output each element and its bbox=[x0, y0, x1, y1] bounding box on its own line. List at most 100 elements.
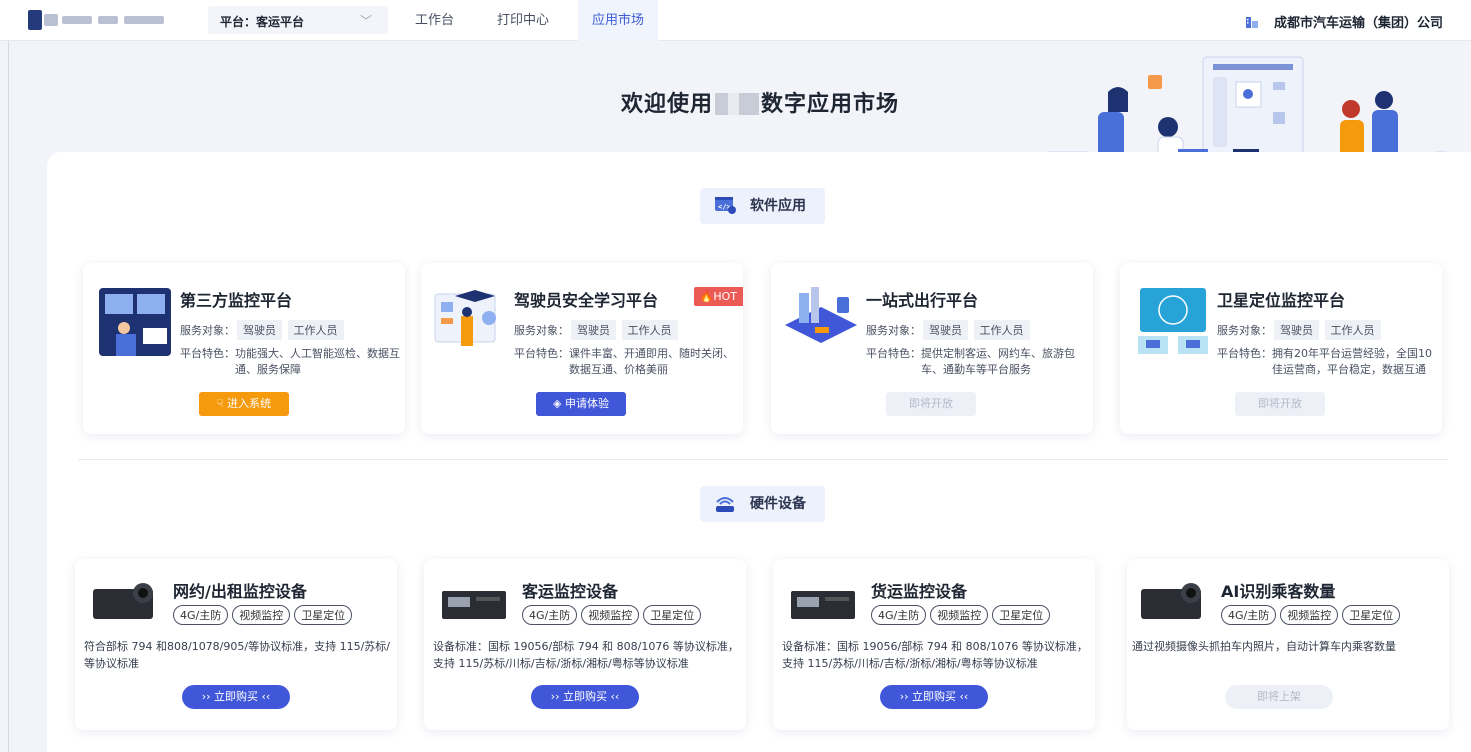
button-label: 申请体验 bbox=[564, 397, 609, 410]
pill: 4G/主防 bbox=[1221, 605, 1277, 625]
pill: 卫星定位 bbox=[992, 605, 1051, 625]
section-hardware-label: 硬件设备 bbox=[750, 496, 806, 512]
buy-now-button[interactable]: ›› 立即购买 ‹‹ bbox=[880, 685, 988, 709]
card-title: AI识别乘客数量 bbox=[1221, 582, 1336, 601]
double-chevron-right-icon: ›› bbox=[201, 690, 214, 703]
truck-dvr-device-image bbox=[791, 591, 855, 619]
router-icon bbox=[716, 497, 734, 512]
hot-label: HOT bbox=[713, 290, 737, 303]
desc-line: 支持 115/苏标/川标/吉标/浙标/湘标/粤标等协议标准 bbox=[433, 657, 689, 670]
building-icon bbox=[1246, 17, 1259, 28]
software-card: 一站式出行平台 服务对象： 驾驶员 工作人员 平台特色：提供定制客运、网约车、旅游… bbox=[771, 263, 1093, 434]
feature-prefix: 平台特色： bbox=[180, 347, 235, 360]
pill: 视频监控 bbox=[930, 605, 989, 625]
button-label: 立即购买 bbox=[912, 690, 956, 703]
double-chevron-left-icon: ‹‹ bbox=[607, 690, 620, 703]
ai-camera-device-image bbox=[1141, 583, 1201, 619]
tag: 驾驶员 bbox=[1274, 320, 1319, 340]
card-title: 网约/出租监控设备 bbox=[173, 582, 307, 601]
card-description: 通过视频摄像头抓拍车内照片，自动计算车内乘客数量 bbox=[1132, 638, 1396, 655]
pill: 卫星定位 bbox=[1342, 605, 1401, 625]
card-title: 第三方监控平台 bbox=[180, 291, 293, 310]
monitor-operator-illustration bbox=[99, 288, 171, 356]
feature-line: 佳运营商，平台稳定，数据互通 bbox=[1272, 363, 1426, 376]
apply-trial-button[interactable]: ◈ 申请体验 bbox=[536, 392, 626, 416]
tag: 工作人员 bbox=[1324, 320, 1381, 340]
desc-line: 等协议标准 bbox=[84, 657, 139, 670]
tag: 驾驶员 bbox=[571, 320, 616, 340]
hardware-card: 客运监控设备 4G/主防 视频监控 卫星定位 设备标准：国标 19056/部标 79… bbox=[424, 559, 746, 730]
button-label: 立即购买 bbox=[214, 690, 258, 703]
hardware-card: 网约/出租监控设备 4G/主防 视频监控 卫星定位 符合部标 794 和808/10… bbox=[75, 559, 397, 730]
feature-prefix: 平台特色： bbox=[866, 347, 921, 360]
hand-point-icon: ☟ bbox=[216, 397, 228, 410]
tag-icon: ◈ bbox=[553, 397, 565, 410]
button-label: 立即购买 bbox=[563, 690, 607, 703]
satellite-monitor-illustration bbox=[1138, 288, 1208, 354]
title-suffix: 数字应用市场 bbox=[761, 92, 900, 117]
feature-pills: 4G/主防 视频监控 卫星定位 bbox=[871, 605, 1054, 625]
hardware-card: AI识别乘客数量 4G/主防 视频监控 卫星定位 通过视频摄像头抓拍车内照片，自动计… bbox=[1127, 559, 1449, 730]
service-target: 服务对象： 驾驶员 工作人员 bbox=[866, 320, 1030, 340]
top-bar: 平台：客运平台 ﹀ 工作台 打印中心 应用市场 成都市汽车运输（集团）公司 bbox=[0, 0, 1471, 41]
feature-line: 功能强大、人工智能巡检、数据互 bbox=[235, 347, 400, 360]
pill: 4G/主防 bbox=[871, 605, 927, 625]
double-chevron-right-icon: ›› bbox=[899, 690, 912, 703]
button-label: 进入系统 bbox=[227, 397, 272, 410]
double-chevron-left-icon: ‹‹ bbox=[258, 690, 271, 703]
desc-line: 通过视频摄像头抓拍车内照片，自动计算车内乘客数量 bbox=[1132, 640, 1396, 653]
hardware-card: 货运监控设备 4G/主防 视频监控 卫星定位 设备标准：国标 19056/部标 79… bbox=[773, 559, 1095, 730]
title-prefix: 欢迎使用 bbox=[620, 92, 713, 117]
section-hardware: 硬件设备 bbox=[700, 486, 825, 522]
feature-pills: 4G/主防 视频监控 卫星定位 bbox=[522, 605, 705, 625]
tag: 工作人员 bbox=[621, 320, 678, 340]
card-description: 设备标准：国标 19056/部标 794 和 808/1076 等协议标准， 支持… bbox=[433, 638, 739, 672]
feature-line: 拥有20年平台运营经验，全国10 bbox=[1272, 347, 1432, 360]
pill: 视频监控 bbox=[1280, 605, 1339, 625]
pill: 视频监控 bbox=[581, 605, 640, 625]
coming-soon-button: 即将开放 bbox=[886, 392, 976, 416]
service-prefix: 服务对象： bbox=[866, 324, 921, 337]
card-title: 一站式出行平台 bbox=[866, 291, 979, 310]
nav-print-center[interactable]: 打印中心 bbox=[483, 0, 563, 41]
enter-system-button[interactable]: ☟ 进入系统 bbox=[199, 392, 289, 416]
bus-dvr-device-image bbox=[442, 591, 506, 619]
city-travel-illustration bbox=[785, 287, 857, 343]
double-chevron-left-icon: ‹‹ bbox=[956, 690, 969, 703]
section-divider bbox=[78, 459, 1448, 460]
tag: 工作人员 bbox=[973, 320, 1030, 340]
nav-app-market[interactable]: 应用市场 bbox=[578, 0, 659, 41]
feature-line: 通、服务保障 bbox=[235, 363, 301, 376]
tag: 工作人员 bbox=[287, 320, 344, 340]
buy-now-button[interactable]: ›› 立即购买 ‹‹ bbox=[182, 685, 290, 709]
platform-label: 平台：客运平台 bbox=[220, 15, 305, 29]
service-target: 服务对象： 驾驶员 工作人员 bbox=[514, 320, 678, 340]
org-name: 成都市汽车运输（集团）公司 bbox=[1273, 16, 1443, 31]
platform-select[interactable]: 平台：客运平台 ﹀ bbox=[208, 6, 388, 34]
desc-line: 符合部标 794 和808/1078/905/等协议标准，支持 115/苏标/ bbox=[84, 640, 390, 653]
pill: 卫星定位 bbox=[643, 605, 702, 625]
feature-text: 平台特色：课件丰富、开通即用、随时关闭、 数据互通、价格美丽 bbox=[514, 346, 734, 378]
dashcam-device-image bbox=[93, 583, 153, 619]
feature-text: 平台特色：拥有20年平台运营经验，全国10 佳运营商，平台稳定，数据互通 bbox=[1217, 346, 1432, 378]
double-chevron-right-icon: ›› bbox=[550, 690, 563, 703]
tag: 驾驶员 bbox=[237, 320, 282, 340]
card-title: 驾驶员安全学习平台 bbox=[514, 291, 659, 310]
service-target: 服务对象： 驾驶员 工作人员 bbox=[1217, 320, 1381, 340]
feature-line: 课件丰富、开通即用、随时关闭、 bbox=[569, 347, 734, 360]
feature-pills: 4G/主防 视频监控 卫星定位 bbox=[1221, 605, 1404, 625]
logo[interactable] bbox=[28, 10, 168, 30]
pill: 4G/主防 bbox=[173, 605, 229, 625]
org-selector[interactable]: 成都市汽车运输（集团）公司 bbox=[1245, 12, 1443, 31]
nav-workbench[interactable]: 工作台 bbox=[401, 0, 468, 41]
buy-now-button[interactable]: ›› 立即购买 ‹‹ bbox=[531, 685, 639, 709]
desc-line: 设备标准：国标 19056/部标 794 和 808/1076 等协议标准， bbox=[782, 640, 1088, 653]
card-title: 货运监控设备 bbox=[871, 582, 968, 601]
chevron-down-icon: ﹀ bbox=[359, 14, 372, 28]
feature-line: 提供定制客运、网约车、旅游包 bbox=[921, 347, 1075, 360]
tag: 驾驶员 bbox=[923, 320, 968, 340]
desc-line: 设备标准：国标 19056/部标 794 和 808/1076 等协议标准， bbox=[433, 640, 739, 653]
page-title: 欢迎使用 数字应用市场 bbox=[560, 86, 960, 118]
code-window-icon: </> bbox=[715, 197, 736, 214]
feature-line: 车、通勤车等平台服务 bbox=[921, 363, 1031, 376]
